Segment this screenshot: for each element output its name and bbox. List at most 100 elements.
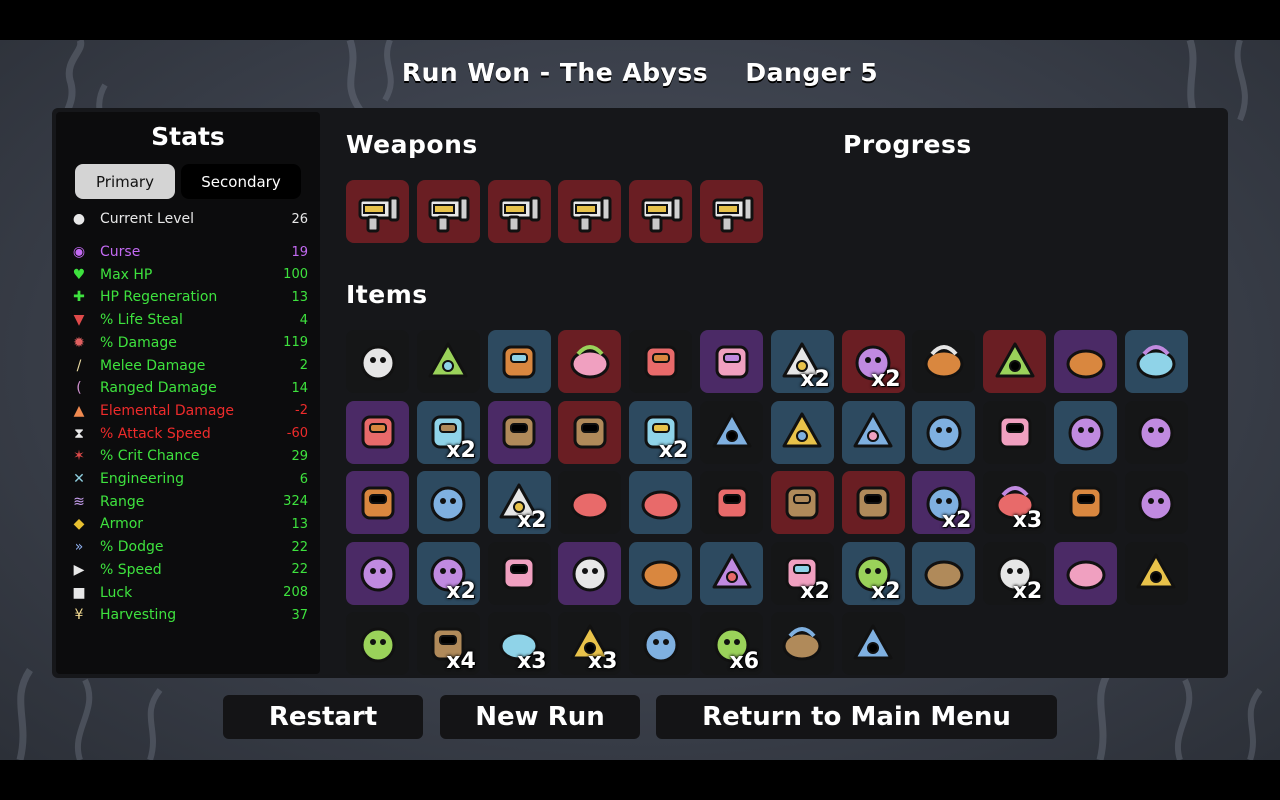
item-slot[interactable]: [558, 400, 622, 464]
stat-row[interactable]: ≋ Range 324: [70, 492, 308, 512]
stat-row[interactable]: ■ Luck 208: [70, 583, 308, 603]
stat-row[interactable]: ▲ Elemental Damage -2: [70, 401, 308, 421]
item-slot[interactable]: [983, 330, 1047, 393]
stat-row[interactable]: ✶ % Crit Chance 29: [70, 446, 308, 466]
item-slot[interactable]: [841, 471, 905, 534]
tab-primary[interactable]: Primary: [75, 164, 175, 199]
item-slot[interactable]: x3: [558, 612, 622, 675]
item-slot[interactable]: [629, 330, 693, 393]
stat-value: 22: [291, 562, 308, 578]
stat-row[interactable]: ▼ % Life Steal 4: [70, 310, 308, 330]
item-quantity: x2: [1012, 578, 1043, 604]
item-slot[interactable]: x2: [629, 400, 693, 464]
item-slot[interactable]: [558, 180, 622, 243]
item-slot[interactable]: [1054, 330, 1117, 393]
item-slot[interactable]: [487, 180, 551, 243]
mortar-icon: [706, 336, 758, 388]
tab-secondary[interactable]: Secondary: [181, 164, 301, 199]
stat-row[interactable]: ● Current Level 26: [70, 209, 308, 229]
item-slot[interactable]: [346, 541, 409, 605]
item-slot[interactable]: [1124, 330, 1188, 393]
stat-value: 119: [283, 335, 308, 351]
item-slot[interactable]: [1124, 400, 1188, 464]
item-slot[interactable]: [770, 612, 834, 675]
item-slot[interactable]: x2: [770, 541, 834, 605]
item-slot[interactable]: [346, 612, 409, 675]
item-slot[interactable]: [629, 180, 693, 243]
item-slot[interactable]: x4: [416, 612, 480, 675]
item-slot[interactable]: [700, 400, 763, 464]
item-slot[interactable]: x2: [416, 541, 480, 605]
item-slot[interactable]: x2: [983, 541, 1047, 605]
item-slot[interactable]: [1124, 471, 1188, 534]
stat-value: 37: [291, 607, 308, 623]
item-slot[interactable]: [487, 541, 551, 605]
item-slot[interactable]: [629, 471, 693, 534]
item-slot[interactable]: x3: [487, 612, 551, 675]
item-slot[interactable]: x2: [841, 541, 905, 605]
stat-row[interactable]: ✚ HP Regeneration 13: [70, 287, 308, 307]
item-slot[interactable]: [912, 330, 976, 393]
item-slot[interactable]: [700, 471, 763, 534]
item-slot[interactable]: x3: [983, 471, 1047, 534]
item-slot[interactable]: [558, 330, 622, 393]
item-slot[interactable]: [1054, 400, 1117, 464]
new-run-button[interactable]: New Run: [440, 695, 640, 739]
progress-title: Progress: [843, 130, 972, 159]
item-slot[interactable]: [416, 330, 480, 393]
item-slot[interactable]: [1054, 541, 1117, 605]
alien-eye-icon: [1060, 336, 1112, 388]
item-slot[interactable]: [346, 180, 409, 243]
stat-value: 29: [291, 448, 308, 464]
stat-row[interactable]: ◉ Curse 19: [70, 242, 308, 262]
item-slot[interactable]: [346, 471, 409, 534]
stat-row[interactable]: / Melee Damage 2: [70, 356, 308, 376]
item-quantity: x2: [800, 367, 830, 392]
item-slot[interactable]: [700, 541, 763, 605]
return-to-main-menu-button[interactable]: Return to Main Menu: [656, 695, 1057, 739]
item-slot[interactable]: [416, 180, 480, 243]
item-slot[interactable]: [346, 400, 409, 464]
sword-icon: /: [76, 357, 82, 374]
item-slot[interactable]: [770, 471, 834, 534]
blaster-icon: [352, 186, 404, 238]
stat-row[interactable]: ♥ Max HP 100: [70, 265, 308, 285]
item-slot[interactable]: x6: [700, 612, 763, 675]
item-slot[interactable]: [346, 330, 409, 393]
item-slot[interactable]: [700, 180, 763, 243]
item-slot[interactable]: [558, 541, 622, 605]
item-slot[interactable]: x2: [912, 471, 976, 534]
stat-row[interactable]: » % Dodge 22: [70, 537, 308, 557]
item-slot[interactable]: [912, 400, 976, 464]
item-slot[interactable]: x2: [770, 330, 834, 393]
item-slot[interactable]: [558, 471, 622, 534]
item-slot[interactable]: [841, 400, 905, 464]
stat-row[interactable]: ⧗ % Attack Speed -60: [70, 424, 308, 444]
item-slot[interactable]: [841, 612, 905, 675]
item-slot[interactable]: [629, 541, 693, 605]
stat-label: % Speed: [100, 561, 162, 578]
item-slot[interactable]: [700, 330, 763, 393]
item-slot[interactable]: [487, 400, 551, 464]
stat-row[interactable]: ✕ Engineering 6: [70, 469, 308, 489]
item-slot[interactable]: [487, 330, 551, 393]
item-slot[interactable]: [1054, 471, 1117, 534]
stat-row[interactable]: ◆ Armor 13: [70, 514, 308, 534]
item-slot[interactable]: [770, 400, 834, 464]
item-slot[interactable]: x2: [416, 400, 480, 464]
item-slot[interactable]: x2: [841, 330, 905, 393]
item-slot[interactable]: [983, 400, 1047, 464]
item-slot[interactable]: [1124, 541, 1188, 605]
danger-level: Danger 5: [745, 58, 879, 87]
restart-button[interactable]: Restart: [223, 695, 423, 739]
item-slot[interactable]: [416, 471, 480, 534]
stat-value: 14: [291, 380, 308, 396]
stat-row[interactable]: ✹ % Damage 119: [70, 333, 308, 353]
item-slot[interactable]: [629, 612, 693, 675]
item-slot[interactable]: [912, 541, 976, 605]
item-slot[interactable]: x2: [487, 471, 551, 534]
stat-value: 6: [299, 471, 308, 487]
stat-row[interactable]: ▶ % Speed 22: [70, 560, 308, 580]
stat-row[interactable]: ¥ Harvesting 37: [70, 605, 308, 625]
stat-row[interactable]: (Ranged Damage 14: [70, 378, 308, 398]
